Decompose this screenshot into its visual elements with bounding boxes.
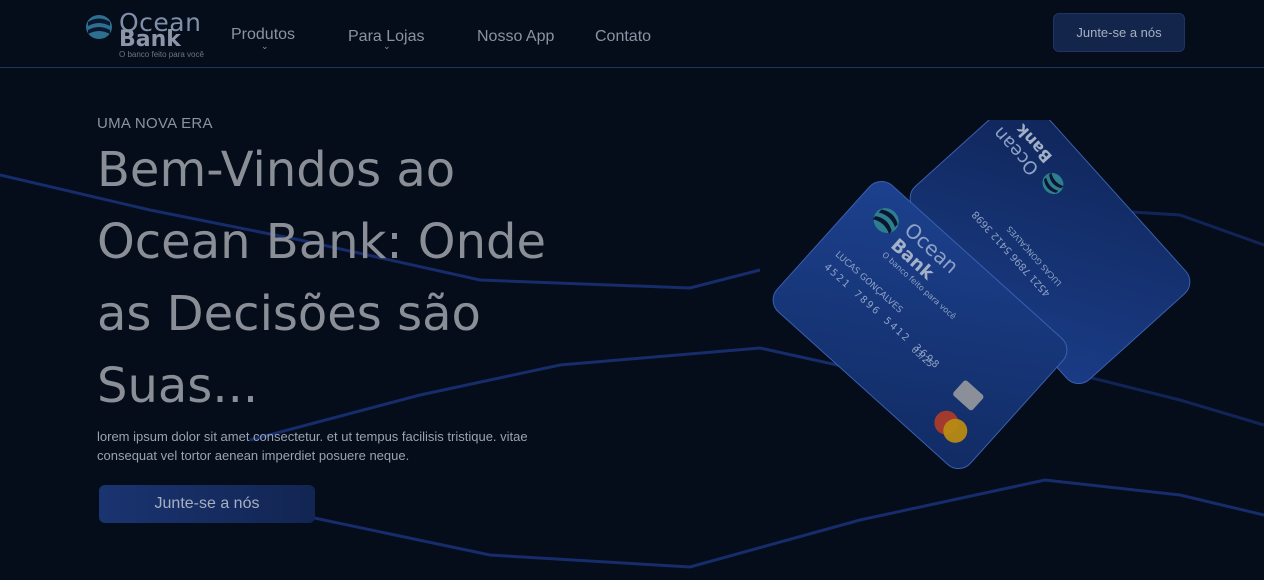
brand-logo[interactable]: Ocean Bank O banco feito para você <box>84 8 224 60</box>
brand-name-bank: Bank <box>119 27 181 52</box>
nav-item-contato[interactable]: Contato <box>595 28 651 46</box>
chevron-down-icon: ⌄ <box>261 41 269 51</box>
hero-title: Bem-Vindos ao Ocean Bank: Onde as Decisõ… <box>97 142 546 414</box>
top-navbar: Ocean Bank O banco feito para você Produ… <box>0 0 1264 68</box>
chevron-down-icon: ⌄ <box>383 41 391 51</box>
hero-eyebrow: UMA NOVA ERA <box>97 115 213 132</box>
brand-tagline: O banco feito para você <box>119 50 204 59</box>
join-us-button-header[interactable]: Junte-se a nós <box>1053 13 1185 52</box>
join-us-button-hero[interactable]: Junte-se a nós <box>99 485 315 523</box>
ocean-bank-logo-icon <box>86 15 112 39</box>
nav-item-nosso-app[interactable]: Nosso App <box>477 28 554 46</box>
credit-cards-illustration: 4521 7896 5412 3698 LUCAS GONÇALVES Ocea… <box>772 120 1191 470</box>
hero-description: lorem ipsum dolor sit amet consectetur. … <box>97 429 528 463</box>
